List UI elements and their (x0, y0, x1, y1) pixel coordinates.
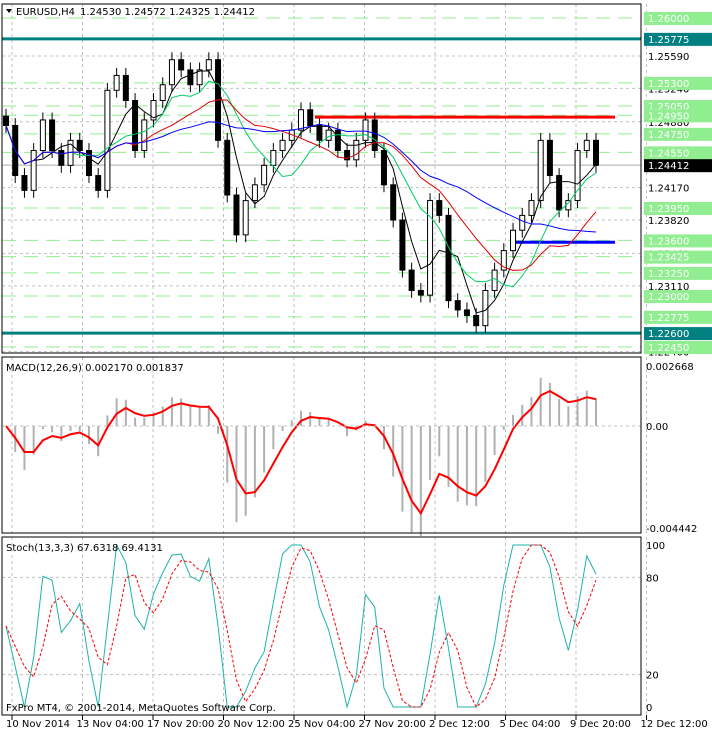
level-label: 1.23250 (648, 269, 689, 280)
candle-body (242, 200, 249, 236)
candle-body (593, 139, 599, 166)
chart-header-symbol: EURUSD,H4 (16, 7, 75, 18)
candle-body (261, 164, 268, 186)
price-scale-label: 1.23820 (648, 216, 689, 227)
chart-window: 10 Nov 2014 13 Nov 04:00 17 Nov 20:00 20 No… (0, 0, 712, 732)
x-tick-label: 10 Nov 2014 (6, 719, 70, 730)
candle-body (49, 119, 56, 152)
candle-body (325, 129, 332, 141)
candle-body (473, 314, 480, 327)
level-label: 1.26000 (648, 14, 689, 25)
current-price-label: 1.24412 (648, 161, 689, 172)
candle-body (454, 300, 461, 311)
level-label: 1.22450 (648, 343, 689, 354)
candle-body (251, 184, 258, 202)
candle-body (537, 139, 544, 202)
candle-body (371, 119, 378, 152)
level-label: 1.24550 (648, 148, 689, 159)
candle-body (168, 59, 175, 86)
candle-body (178, 59, 185, 71)
x-tick-label: 2 Dec 12:00 (429, 719, 490, 730)
candle-body (390, 184, 397, 221)
macd-scale-label: -0.004442 (646, 524, 697, 535)
key-level-label: 1.25775 (648, 35, 689, 46)
x-tick-label: 27 Nov 20:00 (359, 719, 426, 730)
chart-canvas[interactable]: 10 Nov 2014 13 Nov 04:00 17 Nov 20:00 20 No… (0, 0, 712, 732)
level-label: 1.23425 (648, 253, 689, 264)
candle-body (113, 74, 120, 91)
candle-body (141, 119, 148, 152)
candle-body (362, 119, 369, 141)
x-tick-label: 5 Dec 04:00 (500, 719, 561, 730)
candle-body (334, 129, 341, 152)
candle-body (270, 150, 277, 166)
level-label: 1.24750 (648, 130, 689, 141)
candle-body (95, 175, 102, 191)
level-label: 1.23000 (648, 292, 689, 303)
level-label: 1.24950 (648, 111, 689, 122)
candle-body (3, 115, 9, 127)
candle-body (353, 139, 360, 161)
candle-body (76, 139, 83, 152)
x-tick-label: 25 Nov 04:00 (288, 719, 355, 730)
stoch-main-line (5, 543, 597, 709)
x-tick-label: 12 Dec 12:00 (641, 719, 708, 730)
price-scale-label: 1.24170 (648, 184, 689, 195)
candle-body (233, 194, 240, 236)
candle-body (298, 109, 304, 131)
macd-signal-line (5, 389, 597, 516)
level-label: 1.23950 (648, 204, 689, 215)
candle-body (408, 269, 415, 291)
candle-body (528, 200, 535, 216)
candle-body (205, 59, 212, 71)
candle-body (463, 309, 470, 316)
candle-body (546, 139, 553, 177)
stoch-scale-label: 0 (646, 703, 652, 714)
level-label: 1.23600 (648, 236, 689, 247)
candle-body (187, 69, 194, 86)
x-tick-label: 13 Nov 04:00 (77, 719, 144, 730)
candle-body (436, 200, 443, 216)
chart-header-ohlc: 1.24530 1.24572 1.24325 1.24412 (80, 7, 255, 18)
candle-body (380, 150, 387, 186)
candle-body (104, 89, 111, 191)
x-tick-label: 17 Nov 20:00 (147, 719, 214, 730)
stoch-scale-label: 80 (646, 573, 659, 584)
candle-body (30, 150, 37, 191)
x-tick-label: 20 Nov 12:00 (218, 719, 285, 730)
candle-body (159, 84, 166, 101)
stoch-scale-label: 20 (646, 671, 659, 682)
candle-body (21, 175, 28, 191)
macd-title: MACD(12,26,9) 0.002170 0.001837 (6, 363, 184, 374)
price-scale-label: 1.25590 (648, 52, 689, 63)
candle-body (224, 139, 231, 196)
macd-scale-label: 0.00 (646, 422, 668, 433)
dropdown-triangle-icon[interactable] (6, 9, 12, 13)
key-level-label: 1.22600 (648, 329, 689, 340)
candle-body (519, 214, 526, 231)
level-label: 1.25300 (648, 79, 689, 90)
candle-body (279, 139, 286, 152)
candle-body (39, 119, 46, 152)
x-tick-label: 9 Dec 20:00 (570, 719, 631, 730)
stoch-title: Stoch(13,3,3) 67.6318 69.4131 (6, 543, 163, 554)
candle-body (556, 175, 563, 211)
copyright: FxPro MT4, © 2001-2014, MetaQuotes Softw… (6, 703, 276, 714)
candle-body (307, 109, 314, 127)
candle-body (58, 150, 65, 166)
candle-body (417, 289, 424, 296)
candle-body (399, 219, 406, 271)
level-label: 1.22775 (648, 313, 689, 324)
candle-body (445, 214, 452, 302)
macd-scale-label: 0.002668 (646, 362, 694, 373)
candle-body (510, 229, 517, 252)
candle-body (316, 125, 323, 141)
candle-body (583, 139, 590, 152)
candle-body (122, 74, 129, 101)
stoch-pane-border (1, 536, 642, 716)
stoch-scale-label: 100 (646, 541, 665, 552)
